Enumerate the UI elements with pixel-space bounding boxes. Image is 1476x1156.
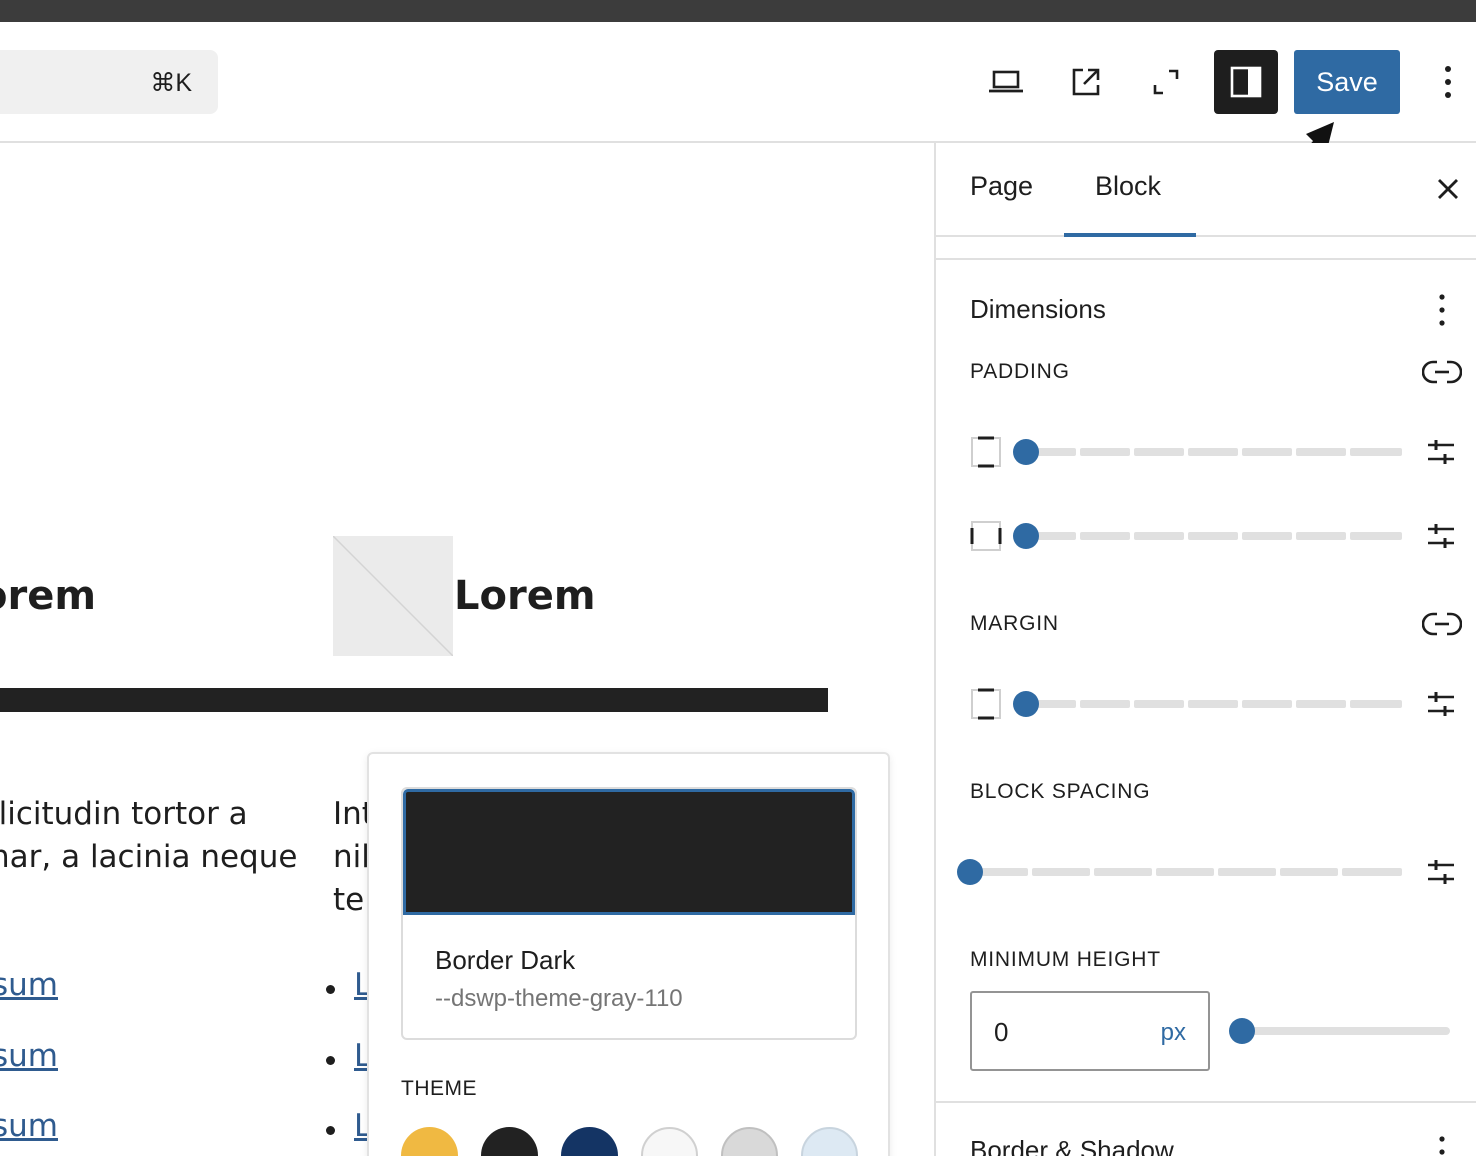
theme-color-swatch[interactable] [401, 1127, 458, 1156]
tab-block[interactable]: Block [1095, 171, 1161, 202]
settings-sidebar-toggle[interactable] [1214, 50, 1278, 114]
active-tab-indicator [1064, 233, 1196, 237]
color-picker-popover: Border Dark --dswp-theme-gray-110 THEME [367, 752, 890, 1156]
command-shortcut-hint: ⌘K [150, 69, 192, 97]
column-heading-right[interactable]: Lorem [454, 573, 596, 619]
more-vertical-icon[interactable] [1432, 293, 1452, 327]
margin-vertical-icon [971, 688, 1001, 720]
theme-color-swatch[interactable] [721, 1127, 778, 1156]
fullscreen-button[interactable] [1134, 50, 1198, 114]
column-heading-left[interactable]: orem [0, 573, 96, 619]
command-palette-button[interactable]: ⌘K [0, 50, 218, 114]
list-bullet [326, 1126, 335, 1135]
padding-horizontal-slider-thumb[interactable] [1013, 523, 1039, 549]
close-icon[interactable] [1432, 173, 1464, 205]
custom-size-icon[interactable] [1426, 857, 1456, 887]
laptop-icon [989, 70, 1023, 93]
color-variable: --dswp-theme-gray-110 [435, 985, 683, 1012]
theme-color-swatch[interactable] [641, 1127, 698, 1156]
view-page-button[interactable] [1054, 50, 1118, 114]
custom-size-icon[interactable] [1426, 521, 1456, 551]
preview-device-button[interactable] [974, 50, 1038, 114]
settings-sidebar: Page Block Dimensions PADDING MARGIN BLO… [934, 143, 1476, 1156]
margin-vertical-slider-thumb[interactable] [1013, 691, 1039, 717]
block-spacing-slider-track[interactable] [970, 868, 1402, 876]
padding-vertical-slider-thumb[interactable] [1013, 439, 1039, 465]
list-bullet [326, 1056, 335, 1065]
padding-vertical-slider-track[interactable] [1026, 448, 1402, 456]
minimum-height-slider-track[interactable] [1240, 1027, 1450, 1035]
dimensions-panel-title[interactable]: Dimensions [970, 294, 1106, 325]
padding-horizontal-slider-track[interactable] [1026, 532, 1402, 540]
theme-color-swatch[interactable] [481, 1127, 538, 1156]
more-vertical-icon[interactable] [1432, 1135, 1452, 1156]
list-bullet [326, 985, 335, 994]
image-placeholder[interactable] [333, 536, 453, 656]
theme-color-swatch[interactable] [801, 1127, 858, 1156]
panel-divider [936, 258, 1476, 260]
window-top-strip [0, 0, 1476, 22]
block-spacing-label: BLOCK SPACING [970, 780, 1151, 803]
selected-color-card: Border Dark --dswp-theme-gray-110 [401, 787, 857, 1040]
padding-vertical-icon [971, 436, 1001, 468]
padding-horizontal-icon [970, 521, 1002, 551]
margin-vertical-slider-track[interactable] [1026, 700, 1402, 708]
border-shadow-panel-title[interactable]: Border & Shadow [970, 1135, 1174, 1156]
external-link-icon [1072, 68, 1100, 96]
list-link[interactable]: sum [0, 967, 58, 1003]
tab-page[interactable]: Page [970, 171, 1033, 202]
unlink-sides-icon[interactable] [1422, 358, 1462, 386]
fullscreen-icon [1153, 69, 1179, 95]
list-link[interactable]: sum [0, 1038, 58, 1074]
minimum-height-value[interactable]: 0 [994, 1017, 1008, 1048]
more-vertical-icon [1445, 66, 1451, 98]
unlink-sides-icon[interactable] [1422, 610, 1462, 638]
minimum-height-input[interactable]: 0 px [970, 991, 1210, 1071]
custom-size-icon[interactable] [1426, 437, 1456, 467]
save-button[interactable]: Save [1294, 50, 1400, 114]
block-spacing-slider-thumb[interactable] [957, 859, 983, 885]
color-name: Border Dark [435, 945, 576, 975]
panel-divider [936, 1101, 1476, 1103]
theme-color-swatch[interactable] [561, 1127, 618, 1156]
options-menu-button[interactable] [1420, 50, 1476, 114]
paragraph-line: nar, a lacinia neque [0, 839, 298, 875]
minimum-height-label: MINIMUM HEIGHT [970, 948, 1161, 971]
separator-bar[interactable] [0, 688, 828, 712]
paragraph-left[interactable]: llicitudin tortor a nar, a lacinia neque [0, 793, 297, 879]
padding-label: PADDING [970, 360, 1070, 383]
theme-palette-label: THEME [401, 1077, 477, 1100]
unit-select[interactable]: px [1161, 1019, 1186, 1047]
tabs-divider [936, 235, 1476, 237]
minimum-height-slider-thumb[interactable] [1229, 1018, 1255, 1044]
selected-color-swatch[interactable] [403, 789, 855, 915]
list-link[interactable]: sum [0, 1108, 58, 1144]
custom-size-icon[interactable] [1426, 689, 1456, 719]
placeholder-diagonal-icon [333, 536, 453, 656]
sidebar-toggle-icon [1230, 66, 1262, 98]
paragraph-line: llicitudin tortor a [0, 796, 248, 832]
margin-label: MARGIN [970, 612, 1059, 635]
